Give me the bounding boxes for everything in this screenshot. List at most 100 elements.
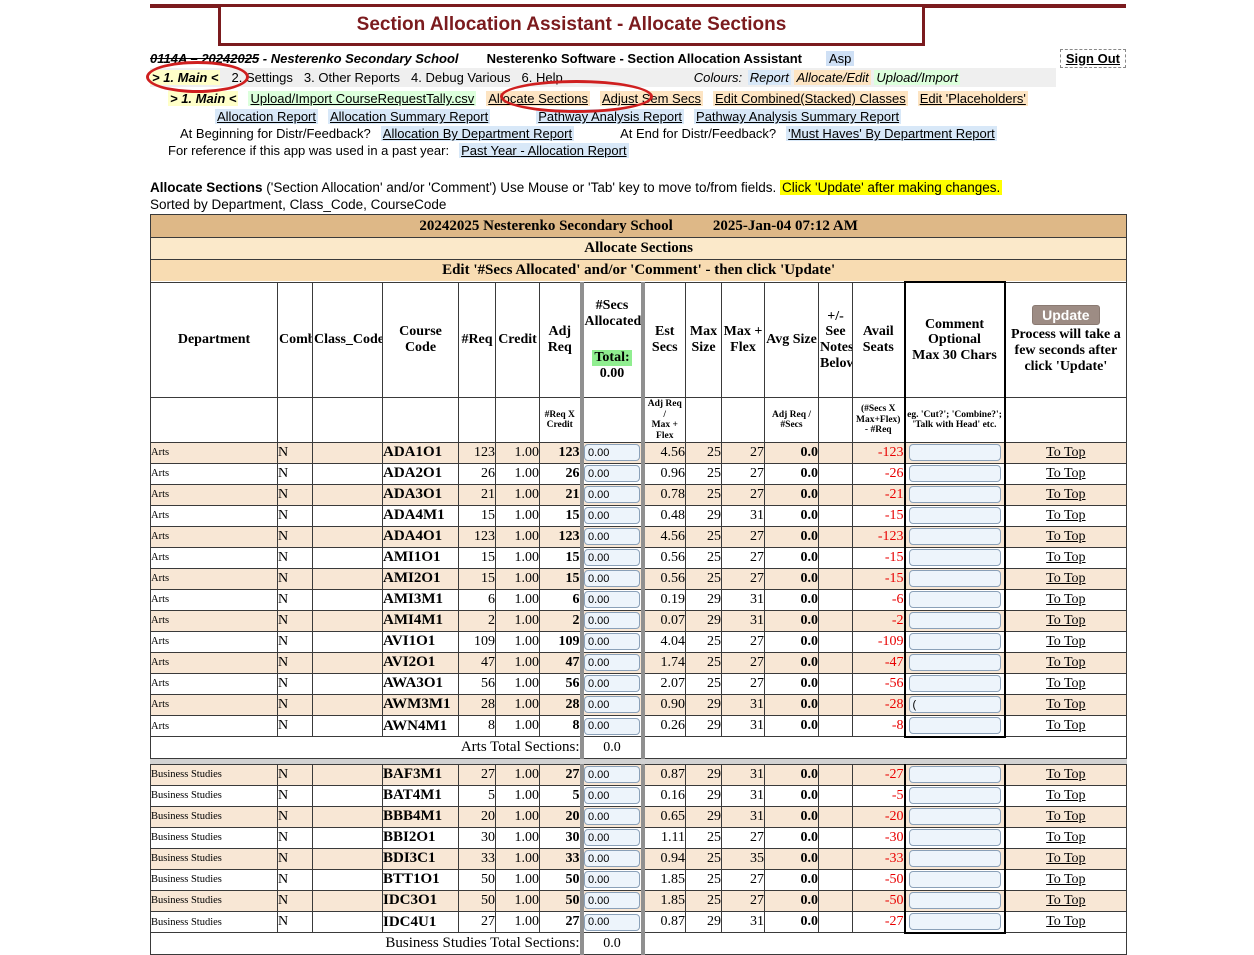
secs-allocated-input[interactable]: [584, 829, 640, 846]
secs-allocated-input[interactable]: [584, 570, 640, 587]
secs-allocated-input[interactable]: [584, 528, 640, 545]
comment-cell: [905, 806, 1005, 827]
to-top-link[interactable]: To Top: [1046, 529, 1085, 544]
to-top-link[interactable]: To Top: [1046, 809, 1085, 824]
avail-seats-cell: -109: [853, 631, 905, 652]
to-top-link[interactable]: To Top: [1046, 718, 1085, 733]
table-school-year: 20242025 Nesterenko Secondary School: [419, 218, 672, 234]
to-top-link[interactable]: To Top: [1046, 613, 1085, 628]
comment-input[interactable]: [909, 633, 1001, 650]
edit-placeholders-link[interactable]: Edit 'Placeholders': [918, 91, 1028, 106]
secs-allocated-input[interactable]: [584, 465, 640, 482]
comment-input[interactable]: [909, 892, 1001, 909]
secs-allocated-input[interactable]: [584, 612, 640, 629]
allocate-sections-link[interactable]: Allocate Sections: [486, 91, 590, 106]
to-top-link[interactable]: To Top: [1046, 893, 1085, 908]
secs-allocated-input[interactable]: [584, 850, 640, 867]
secs-allocated-input[interactable]: [584, 787, 640, 804]
secs-allocated-input[interactable]: [584, 675, 640, 692]
comment-cell: [905, 547, 1005, 568]
col-req: #Req: [459, 282, 496, 398]
to-top-link[interactable]: To Top: [1046, 830, 1085, 845]
department-cell: Arts: [151, 715, 278, 737]
secs-allocated-input[interactable]: [584, 549, 640, 566]
comment-input[interactable]: [909, 465, 1001, 482]
pathway-analysis-summary-report-link[interactable]: Pathway Analysis Summary Report: [694, 109, 901, 124]
comment-input[interactable]: [909, 829, 1001, 846]
comment-input[interactable]: [909, 486, 1001, 503]
menu-item-help[interactable]: 6. Help: [522, 70, 563, 85]
to-top-link[interactable]: To Top: [1046, 697, 1085, 712]
adj-req-cell: 56: [540, 673, 582, 694]
to-top-link[interactable]: To Top: [1046, 872, 1085, 887]
comment-input[interactable]: [909, 591, 1001, 608]
to-top-link[interactable]: To Top: [1046, 767, 1085, 782]
allocation-summary-report-link[interactable]: Allocation Summary Report: [328, 109, 490, 124]
to-top-link[interactable]: To Top: [1046, 445, 1085, 460]
comment-input[interactable]: [909, 787, 1001, 804]
est-secs-cell: 0.19: [643, 589, 686, 610]
secs-allocated-input[interactable]: [584, 444, 640, 461]
comment-input[interactable]: [909, 766, 1001, 783]
past-year-allocation-report-link[interactable]: Past Year - Allocation Report: [459, 143, 629, 158]
comment-input[interactable]: [909, 549, 1001, 566]
adjust-sem-secs-link[interactable]: Adjust Sem Secs: [600, 91, 703, 106]
secs-allocated-input[interactable]: [584, 766, 640, 783]
col-update: Update Process will take a few seconds a…: [1005, 282, 1127, 398]
comment-cell: [905, 785, 1005, 806]
course-code-cell: BAT4M1: [383, 785, 459, 806]
notes-cell: [819, 442, 853, 463]
to-top-link[interactable]: To Top: [1046, 571, 1085, 586]
table-row: Business Studies N BBI2O1 30 1.00 30 1.1…: [151, 827, 1127, 848]
comment-input[interactable]: [909, 654, 1001, 671]
comment-input[interactable]: [909, 850, 1001, 867]
allocation-by-department-link[interactable]: Allocation By Department Report: [381, 126, 574, 141]
menu-item-settings[interactable]: 2. Settings: [231, 70, 292, 85]
to-top-link[interactable]: To Top: [1046, 466, 1085, 481]
comment-input[interactable]: [909, 808, 1001, 825]
secs-allocated-input[interactable]: [584, 486, 640, 503]
comment-input[interactable]: [909, 612, 1001, 629]
to-top-link[interactable]: To Top: [1046, 788, 1085, 803]
comment-input[interactable]: [909, 913, 1001, 930]
secs-allocated-input[interactable]: [584, 892, 640, 909]
upload-import-link[interactable]: Upload/Import CourseRequestTally.csv: [248, 91, 476, 106]
pathway-analysis-report-link[interactable]: Pathway Analysis Report: [536, 109, 684, 124]
secs-allocated-input[interactable]: [584, 654, 640, 671]
comment-input[interactable]: [909, 717, 1001, 734]
secs-allocated-input[interactable]: [584, 871, 640, 888]
to-top-cell: To Top: [1005, 463, 1127, 484]
max-size-cell: 29: [686, 694, 722, 715]
comment-input[interactable]: [909, 570, 1001, 587]
must-haves-by-department-link[interactable]: 'Must Haves' By Department Report: [786, 126, 997, 141]
comment-input[interactable]: [909, 507, 1001, 524]
comment-input[interactable]: [909, 871, 1001, 888]
menu-item-other-reports[interactable]: 3. Other Reports: [304, 70, 400, 85]
to-top-link[interactable]: To Top: [1046, 487, 1085, 502]
to-top-link[interactable]: To Top: [1046, 914, 1085, 929]
to-top-link[interactable]: To Top: [1046, 592, 1085, 607]
comment-input[interactable]: [909, 444, 1001, 461]
to-top-link[interactable]: To Top: [1046, 634, 1085, 649]
secs-allocated-input[interactable]: [584, 808, 640, 825]
allocation-report-link[interactable]: Allocation Report: [215, 109, 318, 124]
comment-input[interactable]: [909, 696, 1001, 713]
to-top-link[interactable]: To Top: [1046, 851, 1085, 866]
secs-allocated-input[interactable]: [584, 633, 640, 650]
update-button[interactable]: Update: [1032, 305, 1099, 325]
to-top-link[interactable]: To Top: [1046, 655, 1085, 670]
to-top-link[interactable]: To Top: [1046, 676, 1085, 691]
secs-allocated-input[interactable]: [584, 718, 640, 735]
secs-allocated-input[interactable]: [584, 591, 640, 608]
menu-main-current[interactable]: > 1. Main <: [150, 70, 220, 85]
secs-allocated-input[interactable]: [584, 914, 640, 931]
comment-input[interactable]: [909, 528, 1001, 545]
secs-allocated-input[interactable]: [584, 696, 640, 713]
menu-item-debug[interactable]: 4. Debug Various: [411, 70, 511, 85]
comment-input[interactable]: [909, 675, 1001, 692]
edit-combined-link[interactable]: Edit Combined(Stacked) Classes: [713, 91, 908, 106]
sign-out-button[interactable]: Sign Out: [1060, 49, 1126, 68]
to-top-link[interactable]: To Top: [1046, 508, 1085, 523]
secs-allocated-input[interactable]: [584, 507, 640, 524]
to-top-link[interactable]: To Top: [1046, 550, 1085, 565]
